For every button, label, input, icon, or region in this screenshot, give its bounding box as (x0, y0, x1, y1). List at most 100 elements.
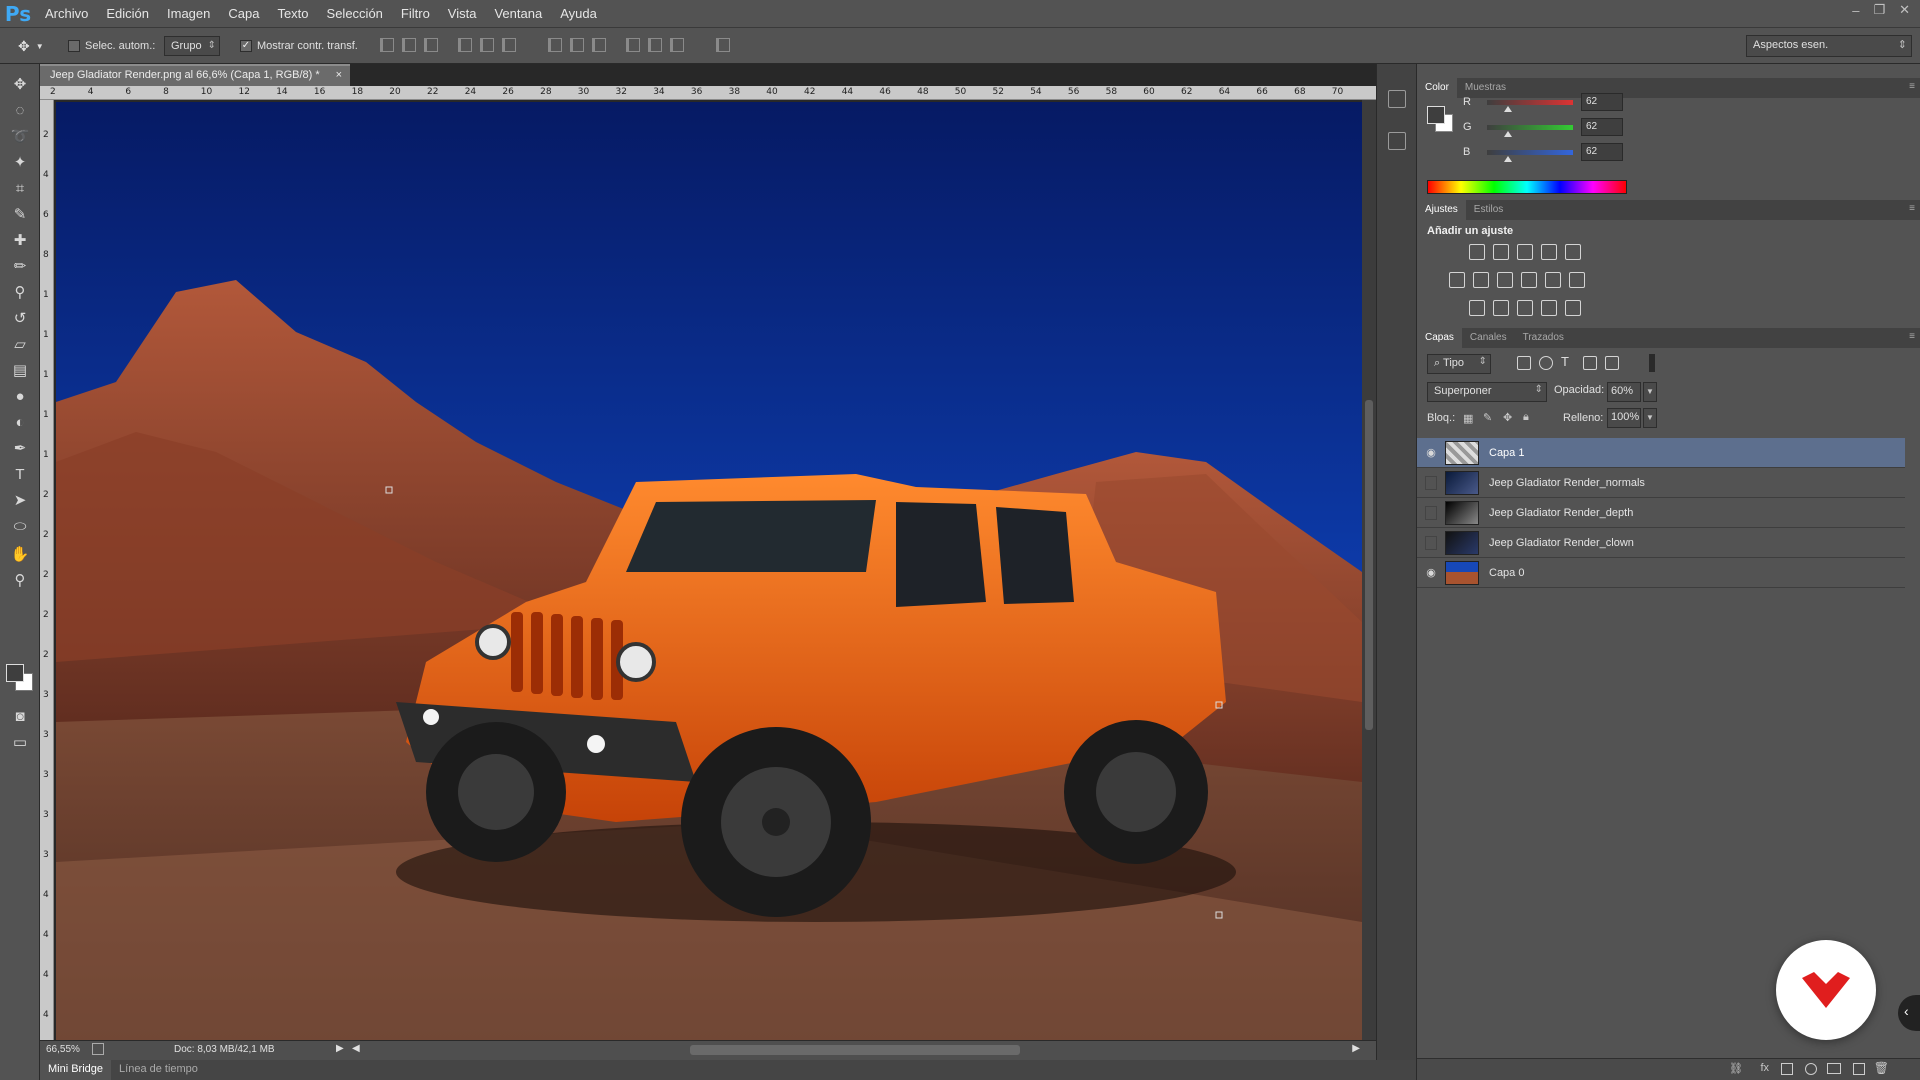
menu-edición[interactable]: Edición (97, 0, 158, 28)
channel-mixer-icon[interactable] (1545, 272, 1561, 288)
hue-saturation-icon[interactable] (1449, 272, 1465, 288)
blend-mode-dropdown[interactable]: Superponer (1427, 382, 1547, 402)
menu-archivo[interactable]: Archivo (36, 0, 97, 28)
layer-name[interactable]: Jeep Gladiator Render_clown (1489, 537, 1634, 549)
scroll-right-arrow-icon[interactable]: ▶ (1352, 1043, 1360, 1054)
channel-value-field[interactable]: 62 (1581, 143, 1623, 161)
opacity-chevron-icon[interactable]: ▼ (1643, 382, 1657, 402)
tab-layers[interactable]: Capas (1417, 328, 1462, 348)
exposure-icon[interactable] (1541, 244, 1557, 260)
move-tool-icon[interactable]: ✥ (8, 72, 32, 96)
gradient-tool-icon[interactable]: ▤ (8, 358, 32, 382)
channel-value-field[interactable]: 62 (1581, 118, 1623, 136)
visibility-eye-icon[interactable]: ◉ (1417, 446, 1445, 459)
filter-smart-object-icon[interactable] (1605, 356, 1619, 370)
magic-wand-tool-icon[interactable]: ✦ (8, 150, 32, 174)
layer-filter-kind[interactable]: ⌕ Tipo (1427, 354, 1491, 374)
lasso-tool-icon[interactable]: ➰ (8, 124, 32, 148)
tab-timeline[interactable]: Línea de tiempo (111, 1060, 206, 1080)
channel-slider[interactable] (1487, 99, 1573, 112)
menu-capa[interactable]: Capa (219, 0, 268, 28)
align-hcenter-icon[interactable] (480, 38, 494, 52)
show-transform-checkbox[interactable]: ✓ Mostrar contr. transf. (240, 36, 358, 56)
menu-vista[interactable]: Vista (439, 0, 486, 28)
layer-name[interactable]: Jeep Gladiator Render_depth (1489, 507, 1633, 519)
panel-menu-icon[interactable]: ≡ (1909, 331, 1915, 342)
restore-icon[interactable]: ❐ (1873, 2, 1885, 18)
slider-thumb[interactable] (1503, 105, 1512, 112)
visibility-eye-icon[interactable]: ◉ (1417, 566, 1445, 579)
path-selection-tool-icon[interactable]: ➤ (8, 488, 32, 512)
distribute-top-icon[interactable] (548, 38, 562, 52)
crop-tool-icon[interactable]: ⌗ (8, 176, 32, 200)
channel-slider[interactable] (1487, 149, 1573, 162)
auto-select-checkbox[interactable]: Selec. autom.: (68, 36, 155, 56)
zoom-tool-icon[interactable]: ⚲ (8, 568, 32, 592)
layer-row[interactable]: ◉ Capa 0 (1417, 558, 1905, 588)
marquee-tool-icon[interactable]: ◌ (8, 98, 32, 122)
opacity-field[interactable]: 60% (1607, 382, 1641, 402)
workspace-dropdown[interactable]: Aspectos esen. (1746, 35, 1912, 57)
brush-tool-icon[interactable]: ✏ (8, 254, 32, 278)
align-vcenter-icon[interactable] (402, 38, 416, 52)
visibility-eye-icon[interactable] (1425, 505, 1437, 520)
channel-slider[interactable] (1487, 124, 1573, 137)
levels-icon[interactable] (1493, 244, 1509, 260)
slider-thumb[interactable] (1503, 155, 1512, 162)
lock-position-icon[interactable]: ✥ (1503, 411, 1512, 424)
history-panel-icon[interactable] (1388, 90, 1406, 108)
history-brush-tool-icon[interactable]: ↺ (8, 306, 32, 330)
layer-name[interactable]: Jeep Gladiator Render_normals (1489, 477, 1645, 489)
properties-panel-icon[interactable] (1388, 132, 1406, 150)
color-spectrum-bar[interactable] (1427, 180, 1627, 194)
floating-app-button[interactable] (1776, 940, 1876, 1040)
lock-transparent-icon[interactable]: ▦ (1463, 412, 1473, 425)
layer-row[interactable]: Jeep Gladiator Render_normals (1417, 468, 1905, 498)
show-transform-check-box[interactable]: ✓ (240, 40, 252, 52)
auto-select-check-box[interactable] (68, 40, 80, 52)
tab-adjustments[interactable]: Ajustes (1417, 200, 1466, 220)
new-layer-icon[interactable] (1853, 1063, 1865, 1075)
align-top-icon[interactable] (380, 38, 394, 52)
photo-filter-icon[interactable] (1521, 272, 1537, 288)
curves-icon[interactable] (1517, 244, 1533, 260)
tab-channels[interactable]: Canales (1462, 328, 1515, 348)
gradient-map-icon[interactable] (1565, 300, 1581, 316)
distribute-left-icon[interactable] (626, 38, 640, 52)
scroll-left-arrow-icon[interactable]: ◀ (352, 1043, 360, 1054)
panel-menu-icon[interactable]: ≡ (1909, 81, 1915, 92)
move-tool-preset[interactable]: ✥ ▼ (18, 36, 44, 56)
layer-name[interactable]: Capa 0 (1489, 567, 1524, 579)
fill-field[interactable]: 100% (1607, 408, 1641, 428)
visibility-eye-icon[interactable] (1425, 535, 1437, 550)
menu-filtro[interactable]: Filtro (392, 0, 439, 28)
menu-ventana[interactable]: Ventana (485, 0, 551, 28)
slider-thumb[interactable] (1503, 130, 1512, 137)
pen-tool-icon[interactable]: ✒ (8, 436, 32, 460)
delete-layer-icon[interactable]: 🗑︎ (1874, 1061, 1889, 1075)
color-lookup-icon[interactable] (1569, 272, 1585, 288)
link-layers-icon[interactable]: ⛓ (1729, 1062, 1743, 1075)
vertical-ruler[interactable]: 2 4 6 8 1 1 1 1 1 2 2 2 2 2 3 3 3 3 3 4 4 4 4 (40, 100, 54, 1046)
filter-shape-icon[interactable] (1583, 356, 1597, 370)
panel-menu-icon[interactable]: ≡ (1909, 203, 1915, 214)
image-canvas[interactable] (56, 102, 1362, 1040)
invert-icon[interactable] (1469, 300, 1485, 316)
tab-color[interactable]: Color (1417, 78, 1457, 98)
blur-tool-icon[interactable]: ● (8, 384, 32, 408)
horizontal-scroll-thumb[interactable] (690, 1045, 1020, 1055)
doc-info-icon[interactable] (92, 1043, 104, 1055)
new-group-icon[interactable] (1827, 1063, 1841, 1074)
tab-styles[interactable]: Estilos (1466, 200, 1511, 220)
layer-style-icon[interactable]: fx (1760, 1062, 1769, 1074)
align-right-icon[interactable] (502, 38, 516, 52)
add-mask-icon[interactable] (1781, 1063, 1793, 1075)
document-tab[interactable]: Jeep Gladiator Render.png al 66,6% (Capa… (40, 64, 350, 86)
close-document-icon[interactable]: × (336, 69, 342, 81)
healing-brush-tool-icon[interactable]: ✚ (8, 228, 32, 252)
hand-tool-icon[interactable]: ✋ (8, 542, 32, 566)
auto-select-target-dropdown[interactable]: Grupo (164, 36, 220, 56)
clone-stamp-tool-icon[interactable]: ⚲ (8, 280, 32, 304)
distribute-right-icon[interactable] (670, 38, 684, 52)
distribute-hcenter-icon[interactable] (648, 38, 662, 52)
